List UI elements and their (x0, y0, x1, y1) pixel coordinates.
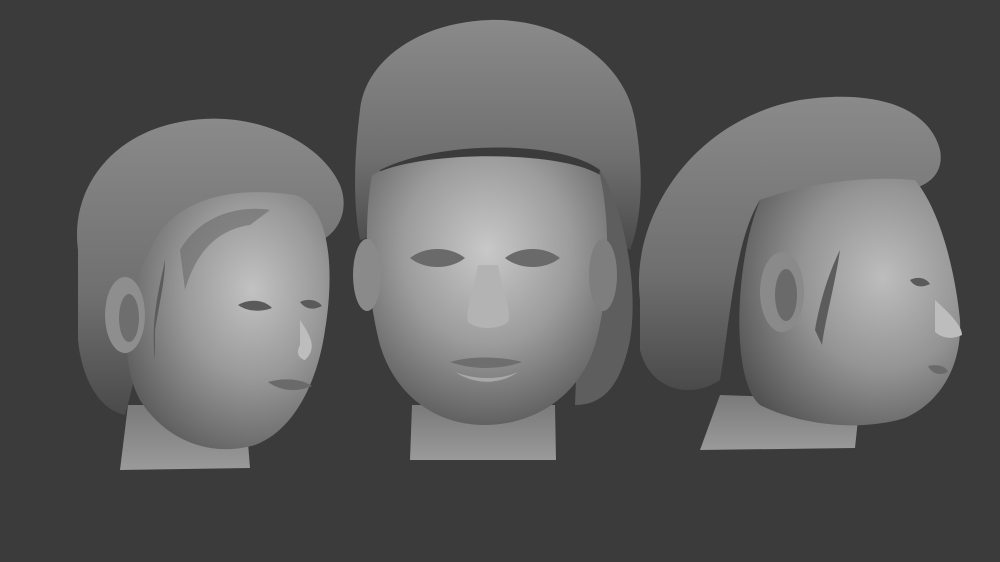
sculpt-scene (76, 19, 962, 470)
sculpt-viewport[interactable] (0, 0, 1000, 562)
head-model-left[interactable] (76, 118, 344, 470)
head-model-front[interactable] (353, 19, 641, 460)
head-model-right[interactable] (638, 96, 962, 450)
